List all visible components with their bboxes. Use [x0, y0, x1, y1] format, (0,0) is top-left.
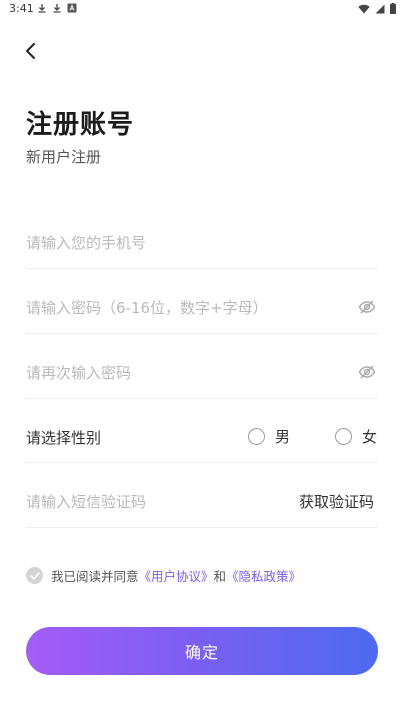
status-time: 3:41 [9, 2, 34, 15]
chevron-left-icon [26, 43, 35, 59]
wifi-icon [358, 4, 370, 17]
gender-field-row: 请选择性别 男 女 [26, 412, 378, 463]
phone-field-row [26, 218, 378, 269]
confirm-button[interactable]: 确定 [26, 627, 378, 675]
phone-input[interactable] [26, 234, 326, 252]
eye-off-icon [358, 365, 376, 379]
download-icon [37, 3, 47, 13]
user-agreement-link[interactable]: 《用户协议》 [139, 566, 214, 585]
page-title: 注册账号 [26, 110, 135, 140]
get-code-button[interactable]: 获取验证码 [299, 491, 374, 512]
radio-circle-icon [248, 428, 265, 445]
download-icon [52, 3, 62, 13]
password-input[interactable] [26, 299, 326, 317]
status-bar: 3:41 [0, 0, 404, 18]
gender-label: 请选择性别 [26, 428, 102, 447]
agreement-checkbox[interactable] [26, 567, 43, 584]
back-button[interactable] [16, 36, 46, 66]
privacy-policy-link[interactable]: 《隐私政策》 [226, 566, 301, 585]
sms-code-input[interactable] [26, 493, 266, 511]
eye-off-icon [358, 300, 376, 314]
check-icon [29, 571, 40, 580]
gender-male-label: 男 [275, 428, 291, 446]
battery-icon [390, 3, 396, 17]
signal-icon [375, 4, 385, 17]
confirm-password-input[interactable] [26, 364, 326, 382]
gender-male-radio[interactable]: 男 [248, 426, 290, 447]
agreement-prefix: 我已阅读并同意 [51, 569, 139, 584]
toggle-password-visibility-button[interactable] [358, 298, 378, 318]
gender-female-label: 女 [362, 428, 378, 446]
password-field-row [26, 283, 378, 334]
confirm-password-field-row [26, 348, 378, 399]
status-icons [358, 3, 396, 17]
agreement-and: 和 [213, 569, 227, 584]
toggle-confirm-password-visibility-button[interactable] [358, 363, 378, 383]
app-notification-icon [67, 3, 77, 13]
agreement-row: 我已阅读并同意 《用户协议》 和 《隐私政策》 [26, 566, 301, 585]
sms-code-field-row: 获取验证码 [26, 477, 378, 528]
page-subtitle: 新用户注册 [26, 148, 102, 166]
gender-female-radio[interactable]: 女 [335, 426, 377, 447]
radio-circle-icon [335, 428, 352, 445]
